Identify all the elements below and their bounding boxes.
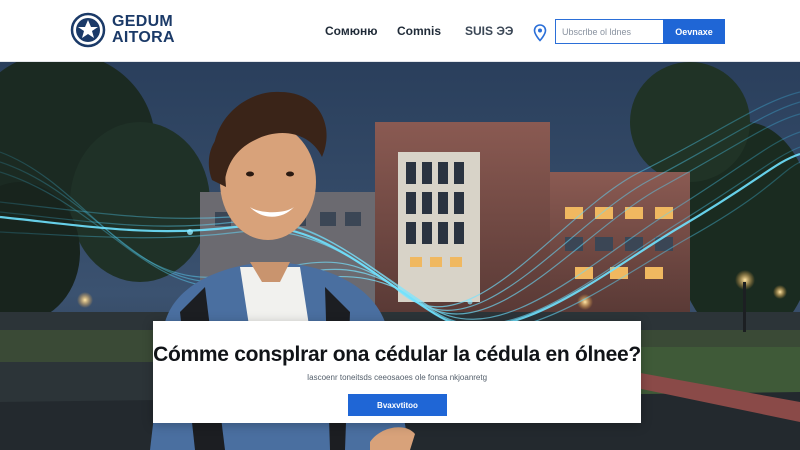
logo-line-2: AITORA xyxy=(112,29,175,46)
search-button[interactable]: Oevnaxe xyxy=(663,19,725,44)
search-field[interactable] xyxy=(555,19,663,44)
logo-wordmark: GEDUM AITORA xyxy=(112,14,202,46)
site-logo[interactable]: GEDUM AITORA xyxy=(70,10,180,52)
nav-link-1[interactable]: Cомюню xyxy=(325,24,377,38)
map-pin-icon[interactable] xyxy=(533,24,547,42)
logo-line-1: GEDUM xyxy=(112,13,174,30)
site-header: GEDUM AITORA Cомюню Comnis SUIS ЭЭ Oevna… xyxy=(0,0,800,62)
search-input[interactable] xyxy=(562,26,657,37)
crest-icon xyxy=(70,12,106,48)
nav-link-3[interactable]: SUIS ЭЭ xyxy=(465,24,513,38)
cta-button[interactable]: Bvaxvtitoo xyxy=(348,394,447,416)
hero-title: Cómme consplrar ona cédular la cédula en… xyxy=(153,343,641,366)
hero-subtitle: Iascoenr toneitsds ceeosaoes ole fonsa n… xyxy=(306,373,488,382)
nav-link-2[interactable]: Comnis xyxy=(397,24,441,38)
cta-card: Cómme consplrar ona cédular la cédula en… xyxy=(153,321,641,423)
